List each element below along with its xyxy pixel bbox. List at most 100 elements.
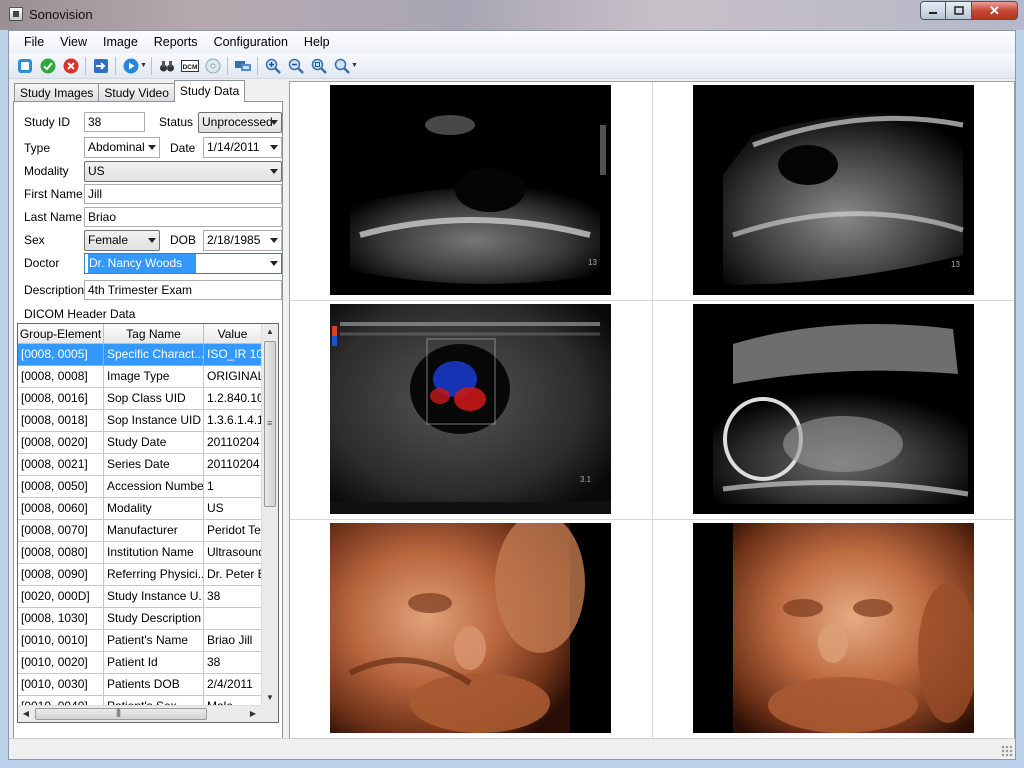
scroll-down-icon[interactable]: ▼ [262,690,278,706]
disc-icon [205,58,220,73]
table-row[interactable]: [0010, 0010] Patient's Name Briao Jill [18,630,261,652]
table-row[interactable]: [0008, 0090] Referring Physici... Dr. Pete… [18,564,261,586]
description-field[interactable]: 4th Trimester Exam [84,280,282,300]
menu-reports[interactable]: Reports [147,31,205,53]
table-row[interactable]: [0008, 0060] Modality US [18,498,261,520]
disc-button[interactable] [203,56,223,76]
column-header-group-element[interactable]: Group-Element [18,324,104,344]
cell-group-element: [0008, 0090] [18,564,104,586]
scroll-left-icon[interactable]: ◀ [18,706,34,722]
zoom-fit-button[interactable] [309,56,329,76]
menu-image[interactable]: Image [96,31,145,53]
zoom-dropdown[interactable]: ▼ [351,62,359,69]
ok-button[interactable] [38,56,58,76]
tab-study-data[interactable]: Study Data [173,80,246,102]
play-dropdown[interactable]: ▼ [140,62,148,69]
dob-picker[interactable]: 2/18/1985 [203,230,282,251]
doctor-select[interactable]: Dr. Nancy Woods [84,253,282,274]
table-row[interactable]: [0010, 0020] Patient Id 38 [18,652,261,674]
app-icon[interactable] [9,7,23,21]
3d-fetal-face-image [733,523,974,733]
sex-select[interactable]: Female [84,230,160,251]
cancel-x-icon [63,58,78,73]
cell-value [204,608,261,630]
ultrasound-image-3[interactable]: 3.1 [330,304,611,514]
scroll-right-icon[interactable]: ▶ [245,706,261,722]
minimize-icon [929,11,937,14]
table-row[interactable]: [0008, 1030] Study Description [18,608,261,630]
cell-tag-name: Referring Physici... [104,564,204,586]
column-header-value[interactable]: Value [204,324,261,344]
study-id-field[interactable]: 38 [84,112,145,132]
cell-tag-name: Institution Name [104,542,204,564]
client-area: File View Image Reports Configuration He… [8,30,1016,760]
table-row[interactable]: [0010, 0030] Patients DOB 2/4/2011 [18,674,261,696]
status-select[interactable]: Unprocessed [198,112,282,133]
cell-value: 38 [204,586,261,608]
zoom-out-button[interactable] [286,56,306,76]
ultrasound-image-2[interactable]: 13 [693,85,974,295]
cell-value: Ultrasound [204,542,261,564]
type-select[interactable]: Abdominal [84,137,160,158]
column-header-tag-name[interactable]: Tag Name [104,324,204,344]
scroll-thumb[interactable] [35,707,207,720]
close-button[interactable]: ✕ [972,1,1018,20]
ultrasound-image-1[interactable]: 13 [330,85,611,295]
title-bar[interactable]: Sonovision ✕ [0,0,1024,30]
table-row[interactable]: [0008, 0005] Specific Charact... ISO_IR 10 [18,344,261,366]
play-icon [123,58,138,73]
3d-image-5[interactable] [330,523,611,733]
svg-text:13: 13 [588,258,597,267]
cell-tag-name: Study Date [104,432,204,454]
table-row[interactable]: [0020, 000D] Study Instance U... 38 [18,586,261,608]
dicom-grid[interactable]: Group-Element Tag Name Value [0008, 0005… [17,323,279,723]
table-row[interactable]: [0008, 0020] Study Date 20110204 [18,432,261,454]
caption-buttons: ✕ [920,1,1018,20]
tab-study-video[interactable]: Study Video [98,83,175,102]
table-row[interactable]: [0008, 0050] Accession Number 1 [18,476,261,498]
vertical-scrollbar[interactable]: ▲ ▼ [261,324,278,706]
cell-group-element: [0008, 0018] [18,410,104,432]
play-button[interactable] [121,56,141,76]
description-label: Description [24,283,85,297]
table-row[interactable]: [0008, 0021] Series Date 20110204 [18,454,261,476]
menu-file[interactable]: File [17,31,51,53]
cell-value: 1.3.6.1.4.1 [204,410,261,432]
first-name-field[interactable]: Jill [84,184,282,204]
menu-help[interactable]: Help [297,31,337,53]
ultrasound-image-4[interactable] [693,304,974,514]
date-picker[interactable]: 1/14/2011 [203,137,282,158]
table-row[interactable]: [0008, 0008] Image Type ORIGINAL [18,366,261,388]
export-button[interactable] [91,56,111,76]
table-row[interactable]: [0008, 0080] Institution Name Ultrasound [18,542,261,564]
cell-group-element: [0008, 0080] [18,542,104,564]
menu-view[interactable]: View [53,31,94,53]
maximize-button[interactable] [946,1,972,20]
scroll-thumb[interactable] [264,341,276,507]
menu-configuration[interactable]: Configuration [207,31,295,53]
last-name-field[interactable]: Briao [84,207,282,227]
toolbar: ▼ DCM ▼ [9,53,1015,79]
study-panel: Study Images Study Video Study Data Stud… [11,80,286,759]
horizontal-scrollbar[interactable]: ◀ ▶ [18,705,261,722]
resize-grip-icon[interactable] [1001,745,1013,757]
new-button[interactable] [15,56,35,76]
tab-study-images[interactable]: Study Images [14,83,100,102]
dicom-button[interactable]: DCM [180,56,200,76]
scroll-up-icon[interactable]: ▲ [262,324,278,340]
modality-select[interactable]: US [84,161,282,182]
find-button[interactable] [157,56,177,76]
zoom-menu-button[interactable] [332,56,352,76]
zoom-menu-icon [334,58,350,74]
zoom-in-button[interactable] [263,56,283,76]
status-label: Status [159,115,194,129]
cancel-button[interactable] [61,56,81,76]
3d-image-6[interactable] [693,523,974,733]
ultrasound-fetal-profile-image [713,324,969,504]
send-button[interactable] [233,56,253,76]
table-row[interactable]: [0008, 0016] Sop Class UID 1.2.840.10 [18,388,261,410]
table-row[interactable]: [0008, 0018] Sop Instance UID 1.3.6.1.4.1 [18,410,261,432]
table-row[interactable]: [0008, 0070] Manufacturer Peridot Te [18,520,261,542]
minimize-button[interactable] [920,1,946,20]
cell-group-element: [0010, 0030] [18,674,104,696]
